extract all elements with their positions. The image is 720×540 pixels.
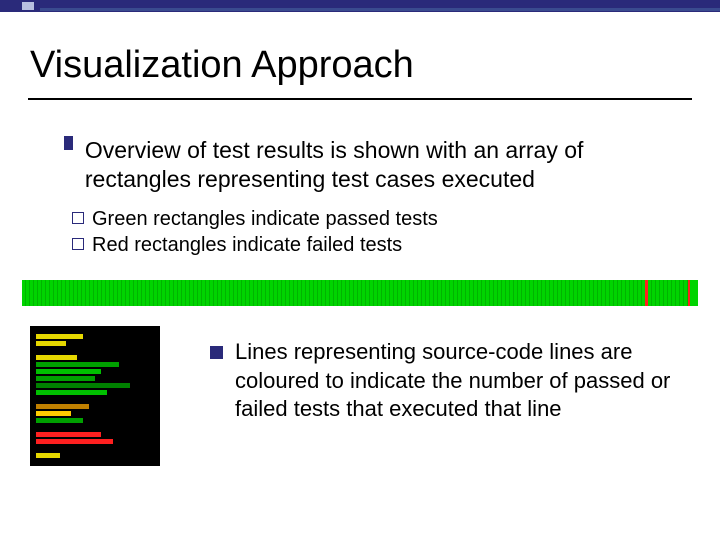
passed-tests-region <box>690 280 698 306</box>
slide-title: Visualization Approach <box>30 44 414 87</box>
sub-bullet-item: Green rectangles indicate passed tests <box>72 206 690 232</box>
passed-tests-region <box>22 280 645 306</box>
hollow-square-bullet-icon <box>72 212 84 224</box>
hollow-square-bullet-icon <box>72 238 84 250</box>
bullet-level1: Overview of test results is shown with a… <box>38 136 690 194</box>
bullet-level1-lower: Lines representing source-code lines are… <box>210 338 690 424</box>
source-code-visualization <box>30 326 160 466</box>
sub-bullet-list: Green rectangles indicate passed tests R… <box>72 206 690 258</box>
slide-accent-bar <box>0 0 720 12</box>
passed-tests-region <box>648 280 688 306</box>
square-bullet-icon <box>210 346 223 359</box>
accent-square-light <box>22 2 34 10</box>
square-bullet-icon <box>64 136 73 150</box>
sub-bullet-text: Green rectangles indicate passed tests <box>92 208 438 230</box>
sub-bullet-item: Red rectangles indicate failed tests <box>72 232 690 258</box>
accent-square-dark <box>0 0 18 12</box>
bullet-text: Lines representing source-code lines are… <box>235 338 690 424</box>
accent-line <box>40 8 720 11</box>
test-results-strip <box>22 280 698 306</box>
bullet-text: Overview of test results is shown with a… <box>85 136 690 194</box>
title-underline <box>28 98 692 100</box>
sub-bullet-text: Red rectangles indicate failed tests <box>92 234 402 256</box>
